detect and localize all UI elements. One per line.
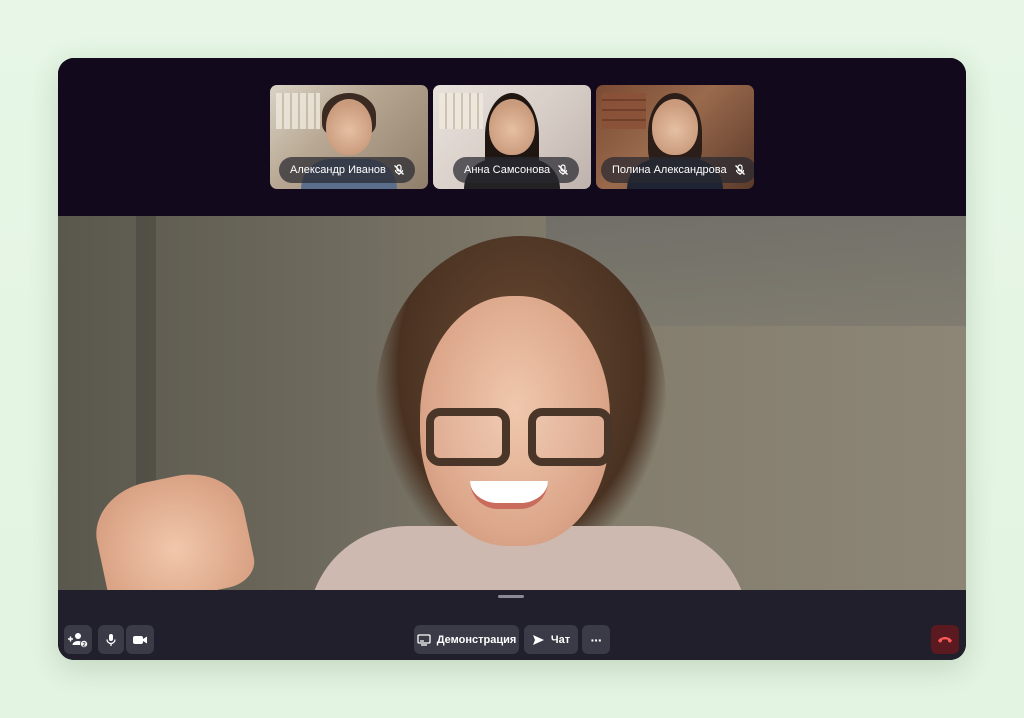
chat-button[interactable]: Чат [524,625,578,654]
participant-name: Александр Иванов [290,164,386,176]
screen-share-label: Демонстрация [436,633,517,646]
add-participant-button[interactable]: 2 [64,625,92,654]
background-bookshelf [276,93,320,129]
participant-photo-face [652,99,698,155]
participant-tile-1[interactable]: Александр Иванов [270,85,428,189]
end-call-button[interactable] [931,625,959,654]
call-controls-bar: 2 Демонстрация Чат ··· [58,590,966,660]
send-arrow-icon [532,634,544,645]
microphone-button[interactable] [98,625,124,654]
mic-off-icon [734,164,745,175]
participant-thumbnails-strip: Александр Иванов Анна Самсонова Полина А… [58,58,966,216]
screen-share-icon [417,633,431,646]
participant-name: Анна Самсонова [464,164,551,176]
background-door [439,93,483,129]
participant-photo-face [326,99,372,155]
hang-up-phone-icon [938,636,952,643]
add-user-icon: 2 [68,632,88,648]
participant-name-badge: Анна Самсонова [453,157,580,183]
participant-tile-3[interactable]: Полина Александрова [596,85,754,189]
chat-label: Чат [550,633,571,646]
background-brick-wall [602,93,646,129]
camera-button[interactable] [126,625,154,654]
mic-off-icon [393,164,404,175]
participant-tile-2[interactable]: Анна Самсонова [433,85,591,189]
participant-name-badge: Александр Иванов [279,157,415,183]
participant-name: Полина Александрова [612,164,727,176]
screen-share-button[interactable]: Демонстрация [414,625,519,654]
mic-off-icon [558,164,569,175]
video-call-window: Александр Иванов Анна Самсонова Полина А… [58,58,966,660]
more-options-button[interactable]: ··· [582,625,610,654]
speaker-waving-hand [87,463,259,590]
video-camera-icon [133,635,147,644]
more-dots-icon: ··· [590,631,603,648]
drag-handle[interactable] [498,595,524,598]
main-speaker-video [58,216,966,590]
speaker-glasses [426,408,612,468]
microphone-icon [106,633,116,646]
participant-photo-face [489,99,535,155]
participant-name-badge: Полина Александрова [601,157,754,183]
